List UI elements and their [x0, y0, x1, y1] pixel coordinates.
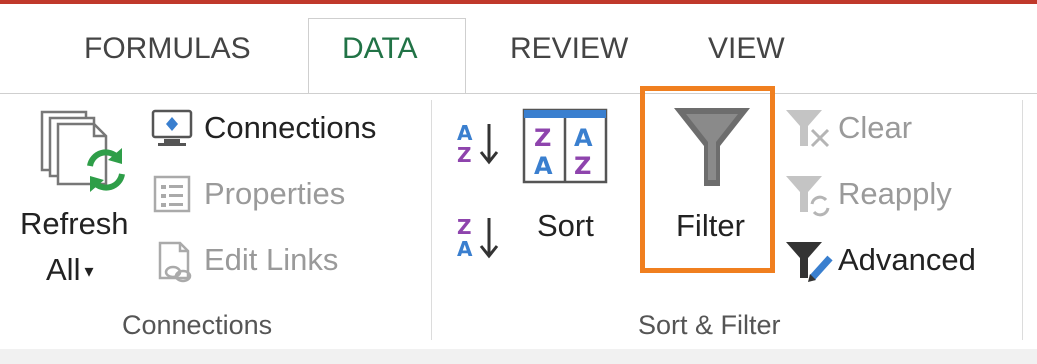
svg-text:Z: Z	[457, 143, 472, 167]
properties-icon	[152, 174, 192, 214]
properties-label: Properties	[204, 176, 346, 211]
tab-review[interactable]: REVIEW	[510, 32, 628, 66]
svg-text:A: A	[457, 121, 473, 145]
svg-text:Z: Z	[574, 152, 591, 180]
svg-text:Z: Z	[457, 215, 472, 239]
clear-filter-icon	[784, 106, 832, 150]
reapply-label: Reapply	[838, 176, 952, 211]
edit-links-label: Edit Links	[204, 242, 339, 277]
advanced-filter-icon	[784, 238, 836, 284]
sort-a-to-z-icon[interactable]: A Z	[455, 118, 501, 170]
filter-label: Filter	[676, 208, 745, 243]
clear-label: Clear	[838, 110, 913, 145]
filter-funnel-icon	[672, 106, 752, 190]
refresh-all-label-line2: All ▾	[46, 252, 94, 287]
tab-data[interactable]: DATA	[342, 32, 418, 66]
connections-label: Connections	[204, 110, 377, 145]
connections-group-label: Connections	[122, 310, 273, 340]
tab-view[interactable]: VIEW	[708, 32, 785, 66]
svg-text:A: A	[534, 152, 553, 180]
reapply-filter-icon	[784, 172, 832, 218]
refresh-all-icon	[38, 108, 130, 198]
ribbon-bottom-strip	[0, 349, 1037, 364]
svg-text:Z: Z	[534, 124, 551, 152]
svg-text:A: A	[574, 124, 593, 152]
sort-dialog-icon: Z A A Z	[522, 108, 608, 184]
ribbon-tab-bar: FORMULAS DATA REVIEW VIEW	[0, 4, 1037, 101]
sort-label: Sort	[537, 208, 594, 243]
sort-filter-group-label: Sort & Filter	[638, 310, 781, 340]
sort-z-to-a-icon[interactable]: Z A	[455, 212, 501, 264]
refresh-all-label-line1: Refresh	[20, 206, 129, 241]
connections-icon	[150, 108, 194, 148]
group-separator	[431, 100, 432, 340]
svg-text:A: A	[457, 237, 473, 261]
tab-formulas[interactable]: FORMULAS	[84, 32, 251, 66]
edit-links-icon	[156, 240, 196, 284]
advanced-label: Advanced	[838, 242, 976, 277]
group-separator-right	[1022, 100, 1023, 340]
chevron-down-icon: ▾	[84, 261, 94, 282]
